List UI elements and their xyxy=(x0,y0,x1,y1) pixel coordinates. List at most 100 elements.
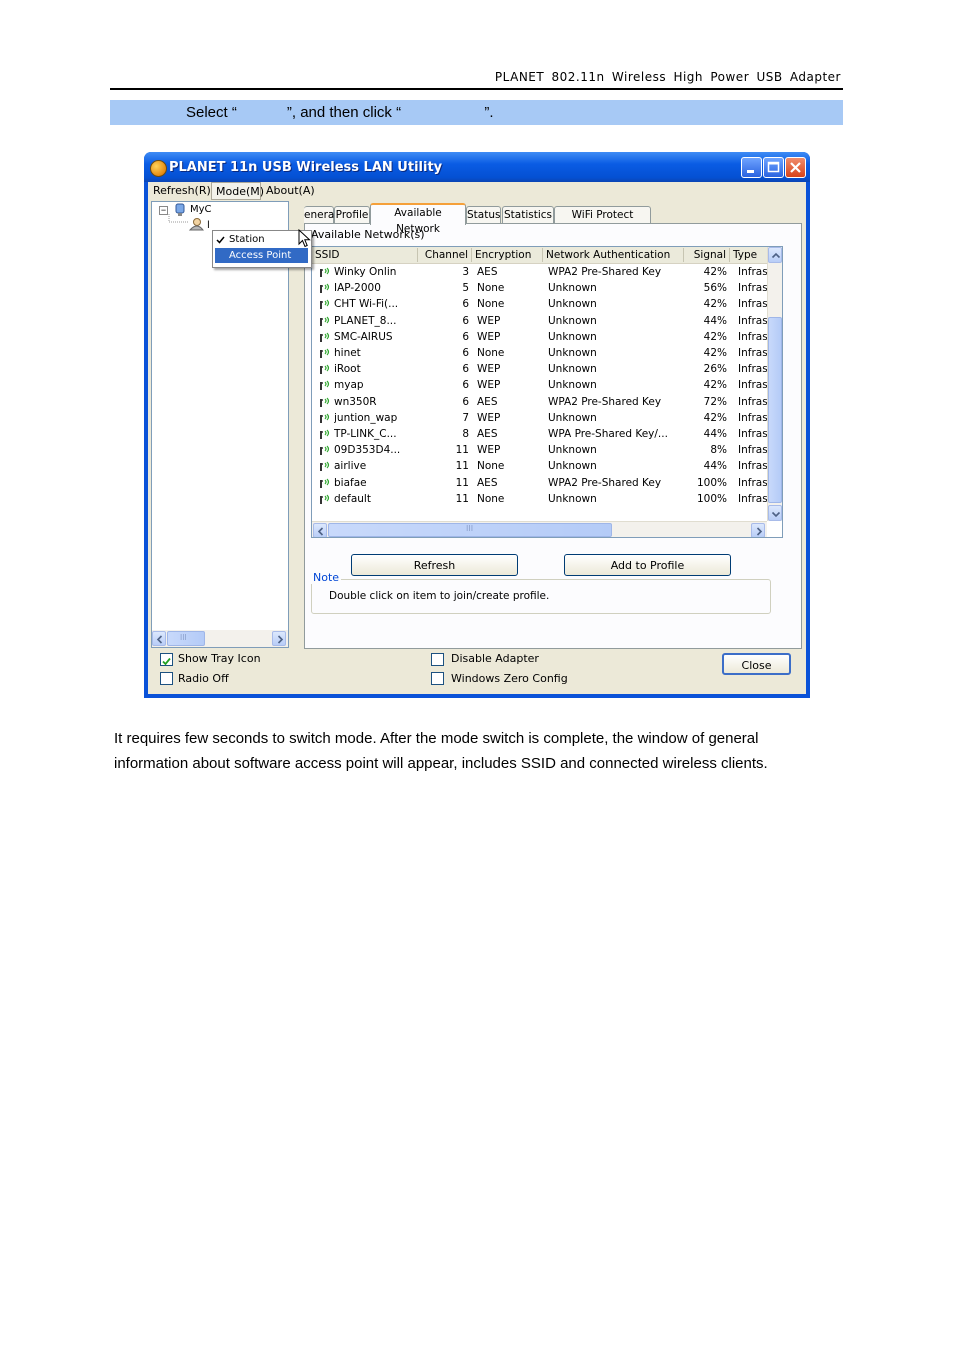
tab-status[interactable]: Status xyxy=(466,206,501,223)
refresh-button[interactable]: Refresh xyxy=(351,554,518,576)
close-button[interactable]: Close xyxy=(722,653,791,675)
cell-channel: 8 xyxy=(462,428,469,440)
tab-available-network[interactable]: Available Network xyxy=(370,203,466,235)
cell-auth: Unknown xyxy=(548,314,597,327)
col-auth[interactable]: Network Authentication xyxy=(543,248,684,262)
list-scroll-left-button[interactable] xyxy=(313,523,327,537)
table-row[interactable]: CHT Wi-Fi(... 6 None Unknown 42% Infras xyxy=(312,296,768,312)
cell-type: Infras xyxy=(738,347,768,359)
cell-type: Infras xyxy=(738,460,768,473)
wifi-signal-icon xyxy=(320,380,330,391)
utility-window: PLANET 11n USB Wireless LAN Utility Refr… xyxy=(144,152,810,698)
tree-scroll-right-button[interactable] xyxy=(272,631,286,646)
cell-signal: 56% xyxy=(703,282,727,295)
tree-scroll-left-button[interactable] xyxy=(152,631,166,646)
cell-signal: 44% xyxy=(703,460,727,473)
menu-about[interactable]: About(A) xyxy=(266,184,315,197)
col-channel-label: Channel xyxy=(424,249,468,261)
radio-off-checkbox[interactable] xyxy=(160,672,173,685)
cell-type: Infras xyxy=(738,379,768,392)
close-window-button[interactable] xyxy=(785,157,806,178)
cell-ssid: myap xyxy=(334,379,364,392)
tree-connector xyxy=(168,214,188,223)
table-row[interactable]: default 11 None Unknown 100% Infras xyxy=(312,491,768,507)
table-row[interactable]: hinet 6 None Unknown 42% Infras xyxy=(312,345,768,361)
show-tray-icon-label: Show Tray Icon xyxy=(178,652,261,665)
add-to-profile-button[interactable]: Add to Profile xyxy=(564,554,731,576)
col-type[interactable]: Type xyxy=(730,248,770,262)
table-row[interactable]: myap 6 WEP Unknown 42% Infras xyxy=(312,377,768,393)
note-title: Note xyxy=(311,571,342,584)
disable-adapter-label: Disable Adapter xyxy=(451,652,539,665)
table-row[interactable]: PLANET_8... 6 WEP Unknown 44% Infras xyxy=(312,313,768,329)
tab-general-label: eneral xyxy=(304,209,338,221)
maximize-button[interactable] xyxy=(763,157,784,178)
table-row[interactable]: 09D353D4... 11 WEP Unknown 8% Infras xyxy=(312,442,768,458)
tree-child-label[interactable]: l xyxy=(207,220,210,231)
tab-status-label: Status xyxy=(467,209,501,221)
mode-station-item[interactable]: Station xyxy=(213,233,309,246)
body-paragraph-line-1: It requires few seconds to switch mode. … xyxy=(114,730,759,747)
menu-refresh[interactable]: Refresh(R) xyxy=(153,184,211,197)
tab-general[interactable]: eneral xyxy=(304,206,338,223)
close-icon xyxy=(790,162,801,173)
wifi-signal-icon xyxy=(320,445,330,456)
cell-encryption: WEP xyxy=(477,411,501,424)
col-signal[interactable]: Signal xyxy=(684,248,730,262)
cell-auth: Unknown xyxy=(548,460,597,473)
list-hscroll-thumb[interactable]: III xyxy=(328,523,612,537)
table-row[interactable]: iRoot 6 WEP Unknown 26% Infras xyxy=(312,361,768,377)
table-row[interactable]: juntion_wap 7 WEP Unknown 42% Infras xyxy=(312,410,768,426)
cell-auth: WPA2 Pre-Shared Key xyxy=(548,395,662,408)
chevron-right-icon xyxy=(277,635,284,644)
cell-auth: Unknown xyxy=(548,298,597,311)
chevron-right-icon xyxy=(756,527,763,536)
list-scroll-right-button[interactable] xyxy=(751,523,765,537)
tab-statistics[interactable]: Statistics xyxy=(502,206,554,223)
cell-type: Infras xyxy=(738,266,768,278)
cell-auth: Unknown xyxy=(548,379,597,392)
show-tray-icon-checkbox[interactable] xyxy=(160,653,173,666)
disable-adapter-checkbox[interactable] xyxy=(431,653,444,666)
cell-type: Infras xyxy=(738,428,768,440)
available-network-panel: Available Network(s) SSID Channel Encryp… xyxy=(304,223,802,649)
list-vscrollbar[interactable] xyxy=(767,247,782,521)
list-hscrollbar[interactable]: III xyxy=(312,521,767,537)
tree-collapse-toggle[interactable]: − xyxy=(159,206,168,215)
table-row[interactable]: Winky Onlin 3 AES WPA2 Pre-Shared Key 42% Inf… xyxy=(312,264,768,280)
minimize-button[interactable] xyxy=(741,157,762,178)
list-scroll-down-button[interactable] xyxy=(768,505,782,521)
tree-root-label[interactable]: MyC xyxy=(190,204,212,215)
cell-encryption: None xyxy=(477,460,505,473)
cell-channel: 11 xyxy=(455,460,469,473)
tab-profile[interactable]: Profile xyxy=(334,206,370,223)
list-scroll-thumb[interactable] xyxy=(768,317,782,503)
network-list[interactable]: SSID Channel Encryption Network Authenti… xyxy=(311,246,783,538)
col-ssid[interactable]: SSID xyxy=(312,248,418,262)
wifi-signal-icon xyxy=(320,348,330,358)
table-row[interactable]: IAP-2000 5 None Unknown 56% Infras xyxy=(312,280,768,296)
table-row[interactable]: airlive 11 None Unknown 44% Infras xyxy=(312,458,768,474)
cell-encryption: None xyxy=(477,282,505,295)
table-row[interactable]: SMC-AIRUS 6 WEP Unknown 42% Infras xyxy=(312,329,768,345)
tree-scroll-thumb[interactable]: III xyxy=(167,631,205,646)
cell-encryption: AES xyxy=(477,476,498,489)
checkmark-icon xyxy=(162,657,171,666)
tab-wifi-protect-setup[interactable]: WiFi Protect Setup xyxy=(554,206,651,237)
mode-access-point-item[interactable]: Access Point xyxy=(215,248,308,263)
cell-signal: 8% xyxy=(710,444,727,457)
cell-signal: 42% xyxy=(703,298,727,311)
col-channel[interactable]: Channel xyxy=(418,248,472,262)
tab-profile-label: Profile xyxy=(335,209,369,221)
table-row[interactable]: wn350R 6 AES WPA2 Pre-Shared Key 72% Infras xyxy=(312,394,768,410)
table-row[interactable]: biafae 11 AES WPA2 Pre-Shared Key 100% Infras xyxy=(312,475,768,491)
cell-type: Infras xyxy=(738,314,768,327)
cell-type: Infras xyxy=(738,444,768,457)
list-scroll-up-button[interactable] xyxy=(768,247,782,263)
col-encryption[interactable]: Encryption xyxy=(472,248,543,262)
table-row[interactable]: TP-LINK_C... 8 AES WPA Pre-Shared Key/... 44… xyxy=(312,426,768,442)
menu-mode-open[interactable]: Mode(M) xyxy=(211,182,264,200)
tree-hscrollbar[interactable]: III xyxy=(152,630,288,647)
wifi-signal-icon xyxy=(320,478,330,488)
windows-zero-config-checkbox[interactable] xyxy=(431,672,444,685)
